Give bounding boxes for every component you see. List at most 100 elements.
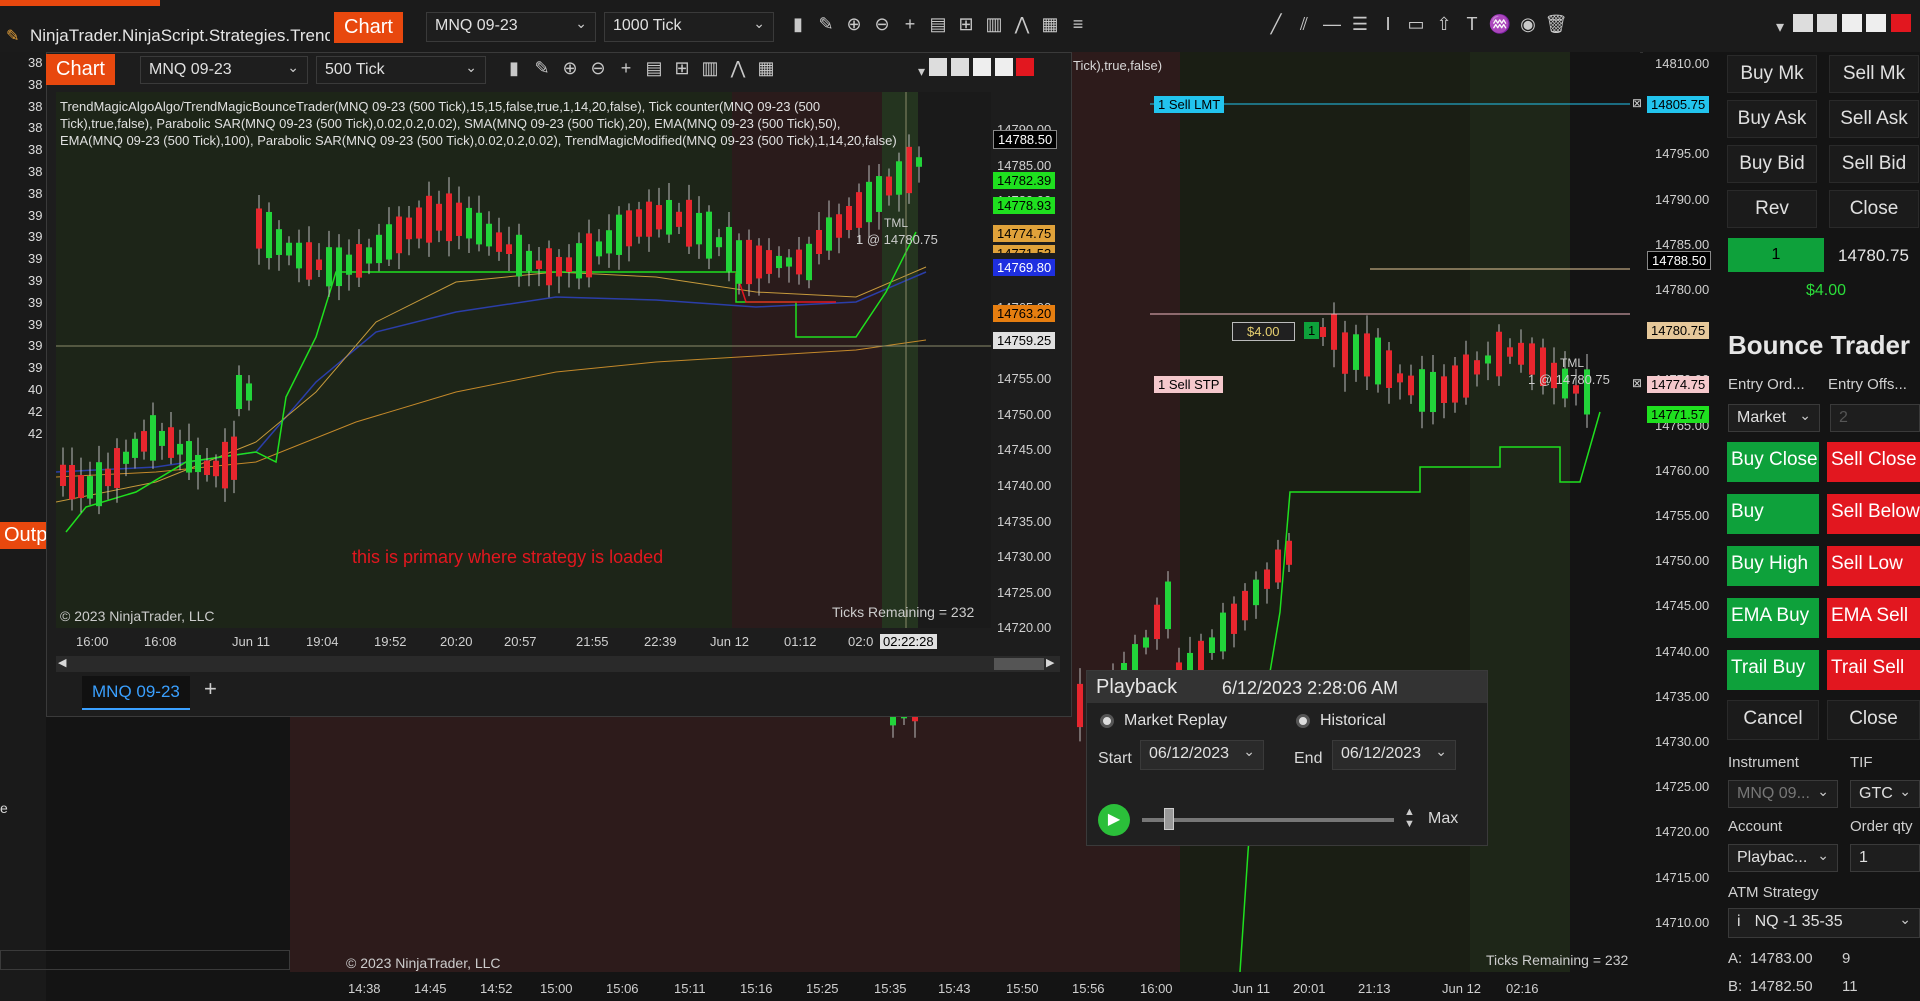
- back-chart-tab[interactable]: Chart: [334, 12, 403, 43]
- zoom-in-icon[interactable]: ⊕: [840, 14, 868, 35]
- entry-offset-input[interactable]: 2: [1830, 404, 1920, 432]
- sell-market-button[interactable]: Sell Mk: [1829, 55, 1919, 93]
- historical-label[interactable]: Historical: [1320, 712, 1386, 730]
- data-box-icon[interactable]: ▤: [640, 58, 668, 79]
- crosshair-icon[interactable]: +: [896, 14, 924, 35]
- back-close-marker2-icon[interactable]: ⊠: [1632, 376, 1642, 390]
- front-interval-select[interactable]: 500 Tick ⌄: [316, 56, 486, 84]
- tile-icon[interactable]: [928, 58, 947, 76]
- zoom-out-icon[interactable]: ⊖: [868, 14, 896, 35]
- minimize-icon[interactable]: [1841, 14, 1862, 32]
- buy-above-button[interactable]: Buy Above: [1727, 494, 1819, 534]
- reverse-button[interactable]: Rev: [1727, 190, 1817, 228]
- buy-high-button[interactable]: Buy High: [1727, 546, 1819, 586]
- sell-lmt-order[interactable]: 1 Sell LMT: [1154, 96, 1225, 113]
- order-qty-input[interactable]: 1: [1850, 844, 1920, 872]
- trail-buy-button[interactable]: Trail Buy: [1727, 650, 1819, 690]
- minimize-icon[interactable]: [972, 58, 991, 76]
- buy-market-button[interactable]: Buy Mk: [1727, 55, 1817, 93]
- back-instrument-select[interactable]: MNQ 09-23 ⌄: [426, 12, 596, 42]
- strategies-icon[interactable]: ⋀: [724, 58, 752, 79]
- trash-icon[interactable]: 🗑: [1542, 14, 1570, 35]
- buy-ask-button[interactable]: Buy Ask: [1727, 100, 1817, 138]
- properties-icon[interactable]: ⊞: [952, 14, 980, 35]
- menu-list-icon[interactable]: ≡: [1064, 14, 1092, 35]
- pencil-icon[interactable]: ✎: [528, 58, 556, 79]
- horizontal-line-icon[interactable]: —: [1318, 14, 1346, 35]
- speed-slider-thumb[interactable]: [1164, 808, 1174, 830]
- position-qty[interactable]: 1: [1304, 322, 1320, 339]
- tile2-icon[interactable]: [950, 58, 969, 76]
- eye-icon[interactable]: ◉: [1514, 14, 1542, 35]
- zoom-out-icon[interactable]: ⊖: [584, 58, 612, 79]
- line-icon[interactable]: ╱: [1262, 14, 1290, 35]
- back-close-marker-icon[interactable]: ⊠: [1632, 96, 1642, 110]
- ruler-icon[interactable]: ▭: [1402, 14, 1430, 35]
- front-instrument-tab[interactable]: MNQ 09-23: [82, 676, 190, 710]
- buy-bid-button[interactable]: Buy Bid: [1727, 145, 1817, 183]
- market-replay-label[interactable]: Market Replay: [1124, 712, 1227, 730]
- templates-icon[interactable]: ▦: [1036, 14, 1064, 35]
- scroll-right-icon[interactable]: ▶: [1046, 656, 1054, 669]
- account-select[interactable]: Playbac... ⌄: [1728, 844, 1838, 872]
- output-scroll[interactable]: [0, 950, 290, 970]
- start-date-picker[interactable]: 06/12/2023 ⌄: [1140, 740, 1264, 770]
- back-interval-select[interactable]: 1000 Tick ⌄: [604, 12, 774, 42]
- bars-icon[interactable]: ▮: [784, 14, 812, 35]
- tif-select[interactable]: GTC ⌄: [1850, 780, 1920, 808]
- sell-below-button[interactable]: Sell Below: [1827, 494, 1920, 534]
- text-icon[interactable]: T: [1458, 14, 1486, 35]
- pencil-icon[interactable]: ✎: [812, 14, 840, 35]
- close-all-button[interactable]: Close: [1827, 700, 1920, 740]
- data-box-icon[interactable]: ▤: [924, 14, 952, 35]
- front-instrument-select[interactable]: MNQ 09-23 ⌄: [140, 56, 308, 84]
- lines-icon[interactable]: ☰: [1346, 14, 1374, 35]
- close-icon[interactable]: [1890, 14, 1911, 32]
- instrument-select[interactable]: MNQ 09... ⌄: [1728, 780, 1838, 808]
- tile-icon[interactable]: [1792, 14, 1813, 32]
- ema-buy-button[interactable]: EMA Buy: [1727, 598, 1819, 638]
- properties-icon[interactable]: ⊞: [668, 58, 696, 79]
- front-chart-tab[interactable]: Chart: [46, 54, 115, 85]
- sell-low-button[interactable]: Sell Low: [1827, 546, 1920, 586]
- scroll-left-icon[interactable]: ◀: [58, 656, 66, 669]
- arrow-up-icon[interactable]: ⇧: [1430, 14, 1458, 35]
- output-tab[interactable]: Outpu: [0, 522, 52, 549]
- front-hscroll[interactable]: ◀ ▶: [56, 656, 1060, 672]
- buy-close-button[interactable]: Buy Close: [1727, 442, 1819, 482]
- fib-icon[interactable]: Ⅰ: [1374, 14, 1402, 35]
- historical-radio[interactable]: [1296, 714, 1310, 728]
- end-date-picker[interactable]: 06/12/2023 ⌄: [1332, 740, 1456, 770]
- indicators-icon[interactable]: ▥: [980, 14, 1008, 35]
- ema-sell-button[interactable]: EMA Sell: [1827, 598, 1920, 638]
- atm-strategy-select[interactable]: i NQ -1 35-35 ⌄: [1728, 908, 1920, 938]
- zoom-in-icon[interactable]: ⊕: [556, 58, 584, 79]
- cancel-button[interactable]: Cancel: [1727, 700, 1819, 740]
- sell-stp-order[interactable]: 1 Sell STP: [1154, 376, 1224, 393]
- crosshair-icon[interactable]: +: [612, 58, 640, 79]
- speed-stepper-icon[interactable]: ▲ ▼: [1404, 806, 1415, 830]
- entry-order-select[interactable]: Market ⌄: [1728, 404, 1820, 432]
- position-pnl[interactable]: $4.00: [1232, 322, 1295, 341]
- dropdown-icon[interactable]: ▾: [1776, 19, 1784, 36]
- dropdown-icon[interactable]: ▾: [918, 63, 925, 79]
- strategies-icon[interactable]: ⋀: [1008, 14, 1036, 35]
- close-position-button[interactable]: Close: [1829, 190, 1919, 228]
- templates-icon[interactable]: ▦: [752, 58, 780, 79]
- sell-bid-button[interactable]: Sell Bid: [1829, 145, 1919, 183]
- maximize-icon[interactable]: [1866, 14, 1887, 32]
- trail-sell-button[interactable]: Trail Sell: [1827, 650, 1920, 690]
- tile2-icon[interactable]: [1817, 14, 1838, 32]
- bars-icon[interactable]: ▮: [500, 58, 528, 79]
- sell-close-button[interactable]: Sell Close: [1827, 442, 1920, 482]
- add-tab-button[interactable]: +: [204, 676, 217, 702]
- close-icon[interactable]: [1016, 58, 1035, 76]
- indicators-icon[interactable]: ▥: [696, 58, 724, 79]
- channel-icon[interactable]: ⫽: [1290, 14, 1318, 35]
- sell-ask-button[interactable]: Sell Ask: [1829, 100, 1919, 138]
- scroll-thumb[interactable]: [994, 658, 1044, 670]
- play-button[interactable]: ▶: [1098, 804, 1130, 836]
- maximize-icon[interactable]: [994, 58, 1013, 76]
- market-replay-radio[interactable]: [1100, 714, 1114, 728]
- speed-slider[interactable]: [1142, 818, 1394, 822]
